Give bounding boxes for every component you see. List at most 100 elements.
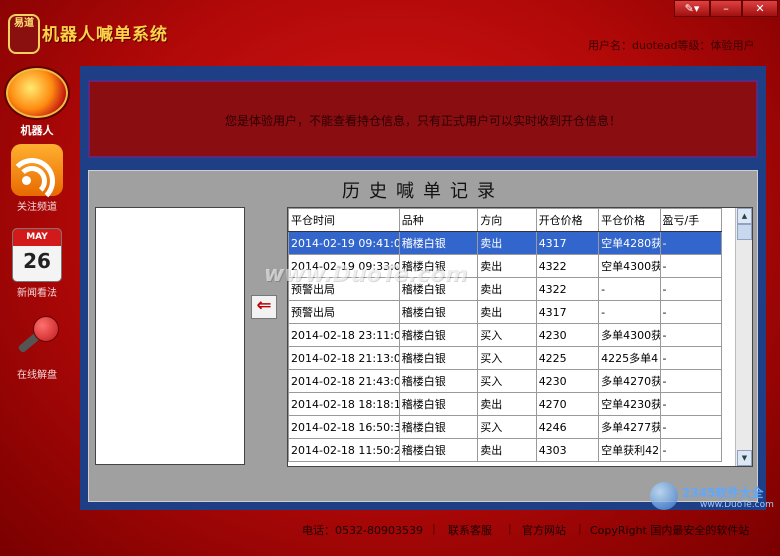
column-header[interactable]: 品种 [398,208,479,232]
table-cell: 稽楼白银 [398,231,479,255]
table-cell: 空单4230获 [598,392,661,416]
calendar-icon: MAY 26 [12,228,62,282]
table-row[interactable]: 2014-02-18 18:18:11 稽楼白银 卖出 4270 空单4230获 - [288,392,723,416]
table-cell: 2014-02-18 23:11:00 [288,323,400,347]
corner-watermark-url: www.DuoTe.com [700,500,774,510]
table-row[interactable]: 2014-02-18 16:50:33 稽楼白银 买入 4246 多单4277获 - [288,415,723,439]
table-cell: 稽楼白银 [398,277,479,301]
table-row[interactable]: 2014-02-19 09:33:00 稽楼白银 卖出 4322 空单4300获 - [288,254,723,278]
notice-panel: 您是体验用户，不能查看持仓信息，只有正式用户可以实时收到开仓信息！ [88,80,758,158]
column-header[interactable]: 开仓价格 [535,208,600,232]
table-row[interactable]: 预警出局 稽楼白银 卖出 4317- - [288,300,723,324]
app-title: 机器人喊单系统 [42,25,168,45]
table-cell: 4230 [535,369,600,393]
footer-copyright: CopyRight 国内最安全的软件站 [590,524,750,537]
table-cell: 2014-02-19 09:33:00 [288,254,400,278]
table-cell: 空单4280获 [598,231,661,255]
sidebar-item-label: 新闻看法 [17,288,57,299]
table-cell: 卖出 [477,277,537,301]
table-cell: 4230 [535,323,600,347]
back-arrow-icon[interactable]: ⇐ [251,295,277,319]
table-cell: 预警出局 [288,277,400,301]
table-cell: - [659,277,723,301]
globe-icon [650,482,678,510]
footer-contact-link[interactable]: 联系客服 [448,522,492,538]
table-cell: 多单4300获 [598,323,661,347]
table-cell: 稽楼白银 [398,346,479,370]
column-header[interactable]: 方向 [477,208,537,232]
table-cell: 稽楼白银 [398,438,479,462]
corner-watermark: 2345软件大全 www.DuoTe.com [646,478,776,518]
table-cell: 空单获利42 [598,438,661,462]
table-cell: 4246 [535,415,600,439]
table-cell: 卖出 [477,392,537,416]
main-panel: 您是体验用户，不能查看持仓信息，只有正式用户可以实时收到开仓信息！ 历史喊单记录… [80,66,766,510]
table-cell: - [659,392,723,416]
robot-icon [4,66,70,120]
table-row[interactable]: 2014-02-18 23:11:00 稽楼白银 买入 4230 多单4300获 - [288,323,723,347]
table-cell: 2014-02-18 16:50:33 [288,415,400,439]
table-row[interactable]: 2014-02-18 11:50:29 稽楼白银 卖出 4303 空单获利42- [288,438,723,462]
table-cell: 预警出局 [288,300,400,324]
table-cell: 空单4300获 [598,254,661,278]
table-row[interactable]: 2014-02-18 21:43:08 稽楼白银 买入 4230 多单4270获 - [288,369,723,393]
table-cell: 卖出 [477,300,537,324]
settings-menu-button[interactable]: ✎▾ [674,0,710,17]
table-cell: 4303 [535,438,600,462]
table-cell: 4322 [535,277,600,301]
table-cell: 4225多单4 [598,346,661,370]
sidebar-item-news[interactable]: MAY 26 新闻看法 [0,228,74,299]
table-cell: - [659,438,723,462]
minimize-button[interactable]: – [710,0,742,17]
table-row[interactable]: 预警出局 稽楼白银 卖出 4322- - [288,277,723,301]
table-cell: - [659,254,723,278]
table-header-row: 平仓时间 品种 方向 开仓价格 平仓价格 盈亏/手 [288,208,723,232]
table-cell: 4317 [535,231,600,255]
table-row[interactable]: 2014-02-18 21:13:05 稽楼白银 买入 4225 4225多单4- [288,346,723,370]
scroll-up-icon[interactable]: ▲ [737,208,752,224]
table-cell: 买入 [477,369,537,393]
table-cell: 买入 [477,346,537,370]
table-cell: 买入 [477,415,537,439]
table-cell: 卖出 [477,254,537,278]
corner-watermark-title: 2345软件大全 [682,486,764,500]
rss-icon [9,144,63,204]
table-cell: 稽楼白银 [398,300,479,324]
sidebar-item-channel[interactable]: 关注频道 [0,144,74,213]
footer: 电话：0532-80903539 | 联系客服 | 官方网站 | CopyRig… [302,522,750,538]
scroll-down-icon[interactable]: ▼ [737,450,752,466]
sidebar-item-robot[interactable]: 机器人 [0,66,74,138]
record-title: 历史喊单记录 [342,181,504,202]
table-cell: 2014-02-19 09:41:00 [288,231,400,255]
table-cell: 4322 [535,254,600,278]
channel-list[interactable] [95,207,245,465]
user-info: 用户名：duotead等级：体验用户 [588,39,755,52]
column-header[interactable]: 平仓价格 [598,208,661,232]
column-header[interactable]: 盈亏/手 [659,208,723,232]
table-cell: 稽楼白银 [398,323,479,347]
table-cell: 卖出 [477,438,537,462]
footer-phone: 电话：0532-80903539 [302,524,423,537]
vertical-scrollbar[interactable]: ▲ ▼ [735,208,752,466]
table-cell: 2014-02-18 18:18:11 [288,392,400,416]
table-cell: - [598,277,661,301]
close-button[interactable]: ✕ [742,0,778,17]
history-table[interactable]: 平仓时间 品种 方向 开仓价格 平仓价格 盈亏/手 2014-02-19 09:… [287,207,753,467]
calendar-day: 26 [23,249,51,273]
scroll-thumb[interactable] [737,224,752,240]
sidebar-item-live[interactable]: 在线解盘 [0,312,74,381]
table-cell: 买入 [477,323,537,347]
table-cell: - [659,369,723,393]
notice-text: 您是体验用户，不能查看持仓信息，只有正式用户可以实时收到开仓信息！ [224,114,621,128]
table-row[interactable]: 2014-02-19 09:41:00 稽楼白银 卖出 4317 空单4280获 - [288,231,723,255]
column-header[interactable]: 平仓时间 [288,208,400,232]
table-cell: 稽楼白银 [398,392,479,416]
table-cell: - [598,300,661,324]
table-cell: 稽楼白银 [398,254,479,278]
sidebar: 机器人 关注频道 MAY 26 新闻看法 在线解盘 [0,62,74,402]
table-cell: 2014-02-18 11:50:29 [288,438,400,462]
table-cell: 2014-02-18 21:43:08 [288,369,400,393]
table-cell: - [659,346,723,370]
table-cell: - [659,415,723,439]
footer-website-link[interactable]: 官方网站 [522,522,566,538]
